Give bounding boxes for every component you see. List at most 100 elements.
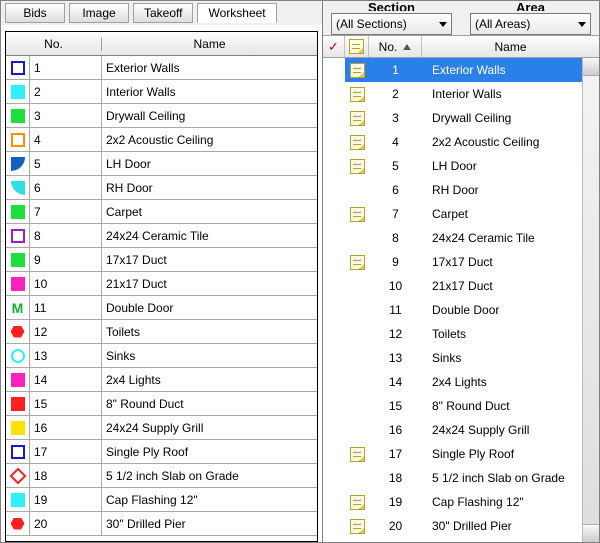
table-row[interactable]: 917x17 Duct <box>6 248 317 272</box>
table-row[interactable]: 6RH Door <box>6 176 317 200</box>
tab-image[interactable]: Image <box>69 3 129 23</box>
cell-no: 5 <box>369 159 422 173</box>
list-item[interactable]: 2Interior Walls <box>323 82 582 106</box>
list-item[interactable]: 1021x17 Duct <box>323 274 582 298</box>
sort-ascending-icon <box>403 44 411 50</box>
table-row[interactable]: 7Carpet <box>6 200 317 224</box>
cell-name: 21x17 Duct <box>102 272 317 295</box>
cell-name: Cap Flashing 12" <box>422 495 582 509</box>
cell-no: 15 <box>369 399 422 413</box>
cell-no: 11 <box>30 296 102 319</box>
cell-name: 5 1/2 inch Slab on Grade <box>422 471 582 485</box>
list-item[interactable]: 142x4 Lights <box>323 370 582 394</box>
list-item[interactable]: 6RH Door <box>323 178 582 202</box>
list-item[interactable]: 1Exterior Walls <box>323 58 582 82</box>
note-icon <box>350 255 365 270</box>
cell-no: 4 <box>369 135 422 149</box>
cell-no: 5 <box>30 152 102 175</box>
item-shape-icon <box>6 128 30 151</box>
table-row[interactable]: 42x2 Acoustic Ceiling <box>6 128 317 152</box>
cell-note <box>345 447 369 462</box>
cell-name: Sinks <box>422 351 582 365</box>
table-row[interactable]: 3Drywall Ceiling <box>6 104 317 128</box>
cell-name: 24x24 Supply Grill <box>102 416 317 439</box>
table-row[interactable]: 17Single Ply Roof <box>6 440 317 464</box>
column-header-no[interactable]: No. <box>369 36 422 57</box>
table-row[interactable]: 158" Round Duct <box>6 392 317 416</box>
list-item[interactable]: 19Cap Flashing 12" <box>323 490 582 514</box>
item-shape-icon <box>6 248 30 271</box>
chevron-down-icon <box>439 22 447 27</box>
cell-name: Toilets <box>422 327 582 341</box>
cell-check <box>323 58 345 82</box>
cell-name: Drywall Ceiling <box>422 111 582 125</box>
list-item[interactable]: 2030" Drilled Pier <box>323 514 582 538</box>
cell-no: 4 <box>30 128 102 151</box>
items-grid-body: 1Exterior Walls2Interior Walls3Drywall C… <box>323 58 582 542</box>
cell-no: 14 <box>30 368 102 391</box>
column-header-no[interactable]: No. <box>6 37 102 51</box>
area-dropdown[interactable]: (All Areas) <box>470 13 591 35</box>
tab-bar: Bids Image Takeoff Worksheet <box>1 1 322 25</box>
table-row[interactable]: 19Cap Flashing 12" <box>6 488 317 512</box>
cell-name: LH Door <box>422 159 582 173</box>
list-item[interactable]: 13Sinks <box>323 346 582 370</box>
table-row[interactable]: 1Exterior Walls <box>6 56 317 80</box>
cell-name: 8" Round Duct <box>102 392 317 415</box>
table-row[interactable]: 2030" Drilled Pier <box>6 512 317 536</box>
cell-name: Interior Walls <box>102 80 317 103</box>
section-dropdown[interactable]: (All Sections) <box>331 13 452 35</box>
column-header-name[interactable]: Name <box>422 36 599 57</box>
list-item[interactable]: 42x2 Acoustic Ceiling <box>323 130 582 154</box>
column-header-check[interactable]: ✓ <box>323 36 345 57</box>
note-icon <box>350 111 365 126</box>
list-item[interactable]: 5LH Door <box>323 154 582 178</box>
table-row[interactable]: 1021x17 Duct <box>6 272 317 296</box>
table-row[interactable]: 2Interior Walls <box>6 80 317 104</box>
area-label: Area <box>470 1 591 11</box>
list-item[interactable]: 3Drywall Ceiling <box>323 106 582 130</box>
table-row[interactable]: 5LH Door <box>6 152 317 176</box>
list-item[interactable]: 158" Round Duct <box>323 394 582 418</box>
table-row[interactable]: 1624x24 Supply Grill <box>6 416 317 440</box>
worksheet-panel: Bids Image Takeoff Worksheet No. Name 1E… <box>0 0 323 543</box>
tab-worksheet[interactable]: Worksheet <box>197 3 276 23</box>
cell-name: 17x17 Duct <box>422 255 582 269</box>
vertical-scrollbar[interactable] <box>582 58 599 542</box>
table-row[interactable]: 13Sinks <box>6 344 317 368</box>
cell-no: 20 <box>369 519 422 533</box>
tab-takeoff[interactable]: Takeoff <box>133 3 193 23</box>
table-row[interactable]: 185 1/2 inch Slab on Grade <box>6 464 317 488</box>
list-item[interactable]: 917x17 Duct <box>323 250 582 274</box>
items-grid-header: ✓ No. Name <box>323 35 599 58</box>
list-item[interactable]: 1624x24 Supply Grill <box>323 418 582 442</box>
note-icon <box>350 447 365 462</box>
column-header-name[interactable]: Name <box>102 37 317 51</box>
list-item[interactable]: 824x24 Ceramic Tile <box>323 226 582 250</box>
cell-no: 7 <box>369 207 422 221</box>
cell-no: 2 <box>30 80 102 103</box>
list-item[interactable]: 7Carpet <box>323 202 582 226</box>
cell-note <box>345 207 369 222</box>
cell-no: 14 <box>369 375 422 389</box>
filter-bar: Section (All Sections) Area (All Areas) <box>323 1 599 35</box>
note-icon <box>350 87 365 102</box>
column-header-note[interactable] <box>345 36 369 57</box>
list-item[interactable]: 11Double Door <box>323 298 582 322</box>
table-row[interactable]: 12Toilets <box>6 320 317 344</box>
tab-bids[interactable]: Bids <box>5 3 65 23</box>
list-item[interactable]: 12Toilets <box>323 322 582 346</box>
list-item[interactable]: 17Single Ply Roof <box>323 442 582 466</box>
cell-name: 5 1/2 inch Slab on Grade <box>102 464 317 487</box>
cell-no: 6 <box>30 176 102 199</box>
cell-name: 17x17 Duct <box>102 248 317 271</box>
cell-name: 30" Drilled Pier <box>422 519 582 533</box>
table-row[interactable]: 824x24 Ceramic Tile <box>6 224 317 248</box>
table-row[interactable]: M11Double Door <box>6 296 317 320</box>
table-row[interactable]: 142x4 Lights <box>6 368 317 392</box>
note-icon <box>350 135 365 150</box>
item-shape-icon <box>6 440 30 463</box>
item-shape-icon: M <box>6 296 30 319</box>
item-shape-icon <box>6 176 30 199</box>
list-item[interactable]: 185 1/2 inch Slab on Grade <box>323 466 582 490</box>
